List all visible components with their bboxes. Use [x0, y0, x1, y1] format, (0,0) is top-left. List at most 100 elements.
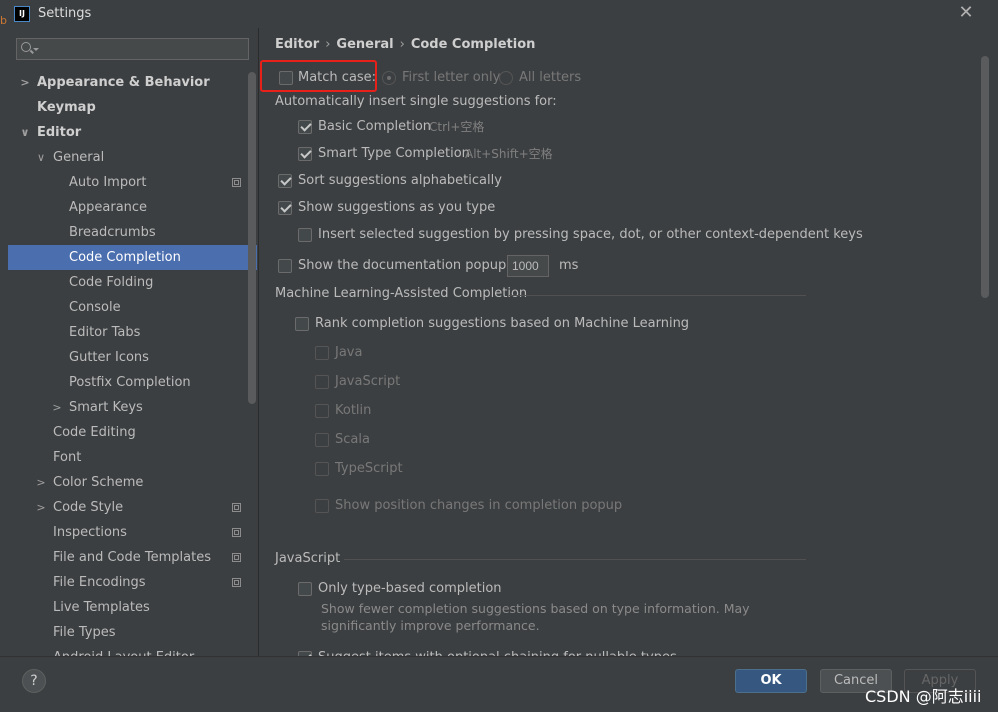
content-scrollbar[interactable] [981, 56, 989, 298]
tree-item-code-completion[interactable]: Code Completion [8, 245, 257, 270]
settings-search-input[interactable] [41, 39, 241, 59]
doc-popup-unit-label: ms [559, 258, 579, 273]
tree-item-breadcrumbs[interactable]: Breadcrumbs [8, 220, 248, 245]
tree-item-inspections[interactable]: Inspections [8, 520, 248, 545]
tree-item-label: Editor Tabs [69, 325, 141, 340]
title-bar: IJ Settings ✕ [0, 0, 998, 28]
tree-item-file-code-templates[interactable]: File and Code Templates [8, 545, 248, 570]
tree-item-smart-keys[interactable]: > Smart Keys [8, 395, 248, 420]
smart-type-checkbox[interactable] [298, 147, 312, 161]
tree-item-appearance-behavior[interactable]: > Appearance & Behavior [8, 70, 248, 95]
ml-lang-row: JavaScript [315, 372, 435, 392]
show-as-you-type-checkbox[interactable] [278, 201, 292, 215]
doc-popup-label: Show the documentation popup in [298, 258, 523, 273]
tree-item-live-templates[interactable]: Live Templates [8, 595, 248, 620]
breadcrumb-separator-icon: › [399, 37, 405, 52]
tree-item-gutter-icons[interactable]: Gutter Icons [8, 345, 248, 370]
type-based-checkbox[interactable] [298, 582, 312, 596]
smart-type-label: Smart Type Completion [318, 146, 470, 161]
type-based-label: Only type-based completion [318, 581, 502, 596]
all-letters-radio[interactable] [499, 71, 513, 85]
code-completion-panel: Editor › General › Code Completion Match cas… [259, 28, 998, 656]
project-scope-icon [232, 178, 241, 187]
sort-alphabetically-row: Sort suggestions alphabetically [278, 171, 578, 191]
doc-popup-delay-input[interactable] [507, 255, 549, 277]
tree-item-label: Live Templates [53, 600, 150, 615]
basic-completion-checkbox[interactable] [298, 120, 312, 134]
tree-scrollbar[interactable] [248, 72, 256, 404]
tree-item-file-encodings[interactable]: File Encodings [8, 570, 248, 595]
close-icon[interactable]: ✕ [958, 3, 974, 23]
tree-item-general[interactable]: ∨ General [8, 145, 248, 170]
tree-item-label: File Types [53, 625, 116, 640]
chevron-right-icon: > [52, 401, 62, 414]
insert-by-space-checkbox[interactable] [298, 228, 312, 242]
type-based-description: significantly improve performance. [321, 618, 540, 633]
csdn-watermark: CSDN @阿志iiii [865, 687, 982, 706]
window-title: Settings [38, 6, 92, 21]
tree-item-editor-tabs[interactable]: Editor Tabs [8, 320, 248, 345]
dropdown-arrow-icon [33, 48, 39, 51]
show-as-you-type-row: Show suggestions as you type [278, 198, 578, 218]
optional-chaining-label: Suggest items with optional chaining for… [318, 648, 677, 656]
ml-scala-checkbox[interactable] [315, 433, 329, 447]
search-icon [21, 42, 31, 52]
tree-item-color-scheme[interactable]: > Color Scheme [8, 470, 248, 495]
ml-show-position-checkbox[interactable] [315, 499, 329, 513]
ml-javascript-checkbox[interactable] [315, 375, 329, 389]
tree-item-label: Android Layout Editor [53, 645, 194, 656]
tree-item-editor[interactable]: ∨ Editor [8, 120, 248, 145]
ml-lang-row: Java [315, 343, 435, 363]
settings-search-field[interactable] [16, 38, 249, 60]
ml-typescript-label: TypeScript [335, 461, 403, 476]
help-button[interactable]: ? [22, 669, 46, 693]
annotation-highlight-box [260, 60, 377, 92]
tree-item-keymap[interactable]: Keymap [8, 95, 248, 120]
ok-button[interactable]: OK [735, 669, 807, 693]
auto-insert-heading: Automatically insert single suggestions … [275, 94, 557, 109]
chevron-down-icon: ∨ [36, 151, 46, 164]
project-scope-icon [232, 528, 241, 537]
show-as-you-type-label: Show suggestions as you type [298, 200, 496, 215]
tree-item-label: Color Scheme [53, 475, 144, 490]
tree-item-console[interactable]: Console [8, 295, 248, 320]
breadcrumb-general: General [336, 37, 394, 52]
ml-section-divider [509, 295, 806, 296]
ml-section-title: Machine Learning-Assisted Completion [275, 286, 528, 301]
ml-rank-checkbox[interactable] [295, 317, 309, 331]
tree-item-android-layout-editor[interactable]: Android Layout Editor [8, 645, 248, 656]
ml-kotlin-checkbox[interactable] [315, 404, 329, 418]
type-based-row: Only type-based completion [298, 579, 598, 599]
first-letter-radio[interactable] [382, 71, 396, 85]
tree-item-appearance[interactable]: Appearance [8, 195, 248, 220]
tree-item-font[interactable]: Font [8, 445, 248, 470]
chevron-right-icon: > [36, 476, 46, 489]
sort-alphabetically-checkbox[interactable] [278, 174, 292, 188]
tree-item-label: Code Folding [69, 275, 154, 290]
ml-typescript-checkbox[interactable] [315, 462, 329, 476]
sort-alphabetically-label: Sort suggestions alphabetically [298, 173, 502, 188]
basic-completion-row: Basic Completion Ctrl+空格 [298, 117, 598, 137]
tree-item-code-editing[interactable]: Code Editing [8, 420, 248, 445]
tree-item-label: Appearance [69, 200, 148, 215]
tree-item-label: Auto Import [69, 175, 147, 190]
chevron-right-icon: > [36, 501, 46, 514]
insert-by-space-label: Insert selected suggestion by pressing s… [318, 227, 863, 242]
tree-item-label: Font [53, 450, 82, 465]
tree-item-code-style[interactable]: > Code Style [8, 495, 248, 520]
settings-tree-panel: > Appearance & Behavior Keymap ∨ Editor … [8, 28, 258, 656]
tree-item-auto-import[interactable]: Auto Import [8, 170, 248, 195]
tree-item-postfix-completion[interactable]: Postfix Completion [8, 370, 248, 395]
tree-item-label: Console [69, 300, 121, 315]
tree-item-file-types[interactable]: File Types [8, 620, 248, 645]
doc-popup-row: Show the documentation popup in ms [278, 255, 598, 277]
tree-item-label: Smart Keys [69, 400, 143, 415]
doc-popup-checkbox[interactable] [278, 259, 292, 273]
chevron-down-icon: ∨ [20, 126, 30, 139]
insert-by-space-row: Insert selected suggestion by pressing s… [298, 225, 863, 245]
ml-java-checkbox[interactable] [315, 346, 329, 360]
tree-item-label: Gutter Icons [69, 350, 149, 365]
tree-item-code-folding[interactable]: Code Folding [8, 270, 248, 295]
ml-scala-label: Scala [335, 432, 370, 447]
ml-lang-row: TypeScript [315, 459, 435, 479]
